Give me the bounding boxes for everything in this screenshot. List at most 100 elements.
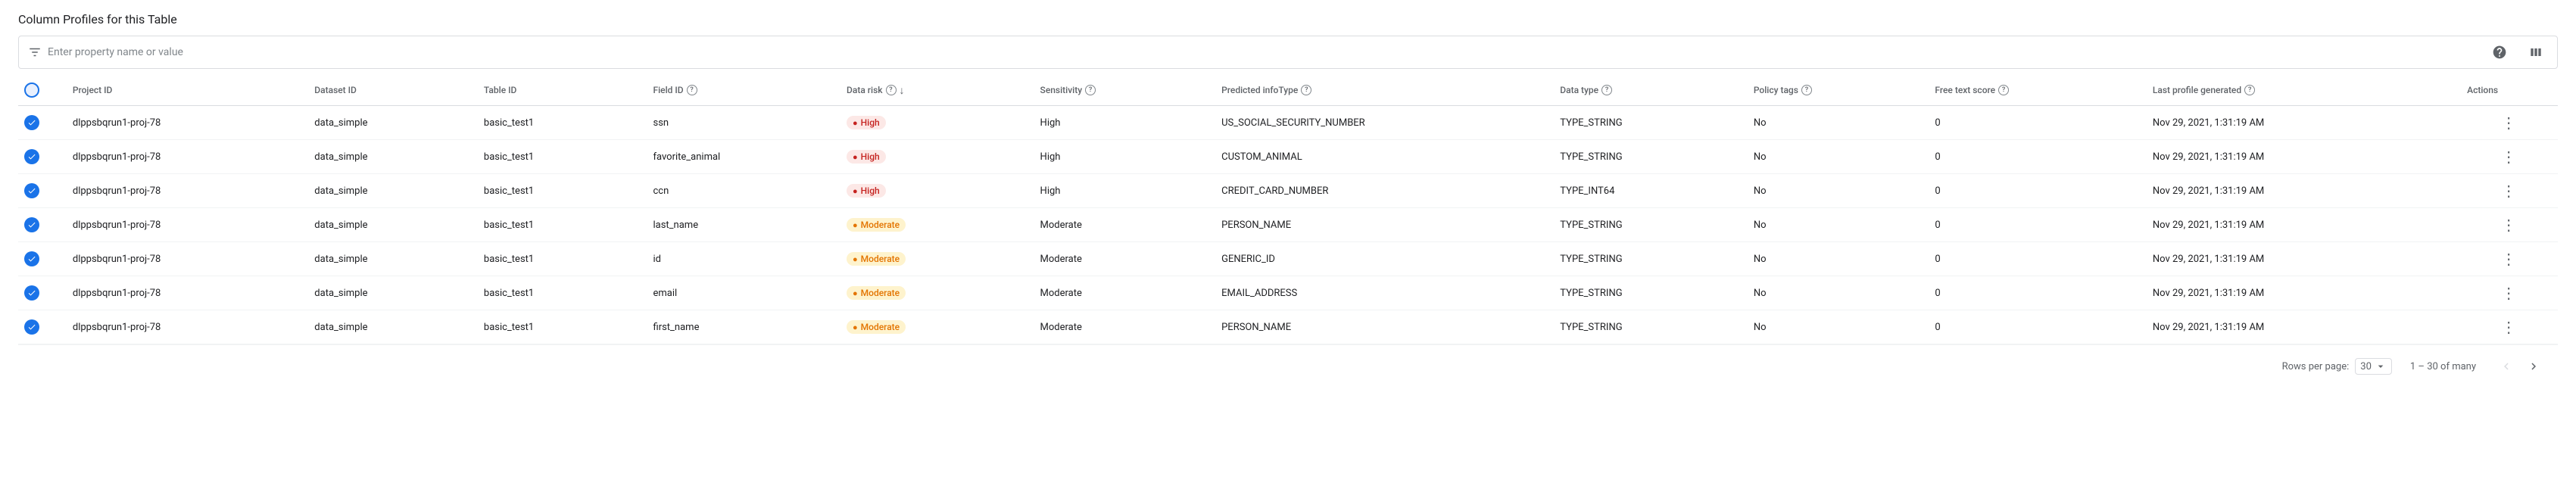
- risk-sort-icon[interactable]: ↓: [900, 84, 905, 97]
- row-dataset-0: data_simple: [308, 106, 478, 140]
- next-page-button[interactable]: [2521, 354, 2546, 378]
- row-table-2: basic_test1: [478, 174, 647, 208]
- row-predicted-0: US_SOCIAL_SECURITY_NUMBER: [1215, 106, 1554, 140]
- row-check-0[interactable]: [18, 106, 67, 140]
- pagination-nav: [2494, 354, 2546, 378]
- row-risk-1: ● High: [840, 140, 1034, 174]
- row-freetext-0: 0: [1929, 106, 2146, 140]
- predicted-help-icon[interactable]: ?: [1301, 85, 1311, 95]
- table-row: dlppsbqrun1-proj-78 data_simple basic_te…: [18, 242, 2558, 276]
- row-check-2[interactable]: [18, 174, 67, 208]
- table-row: dlppsbqrun1-proj-78 data_simple basic_te…: [18, 208, 2558, 242]
- row-predicted-1: CUSTOM_ANIMAL: [1215, 140, 1554, 174]
- policy-help-icon[interactable]: ?: [1801, 85, 1812, 95]
- rows-per-page-select[interactable]: 30: [2355, 358, 2392, 375]
- col-header-sensitivity: Sensitivity ?: [1034, 75, 1216, 106]
- row-lastprofile-1: Nov 29, 2021, 1:31:19 AM: [2147, 140, 2461, 174]
- row-project-4: dlppsbqrun1-proj-78: [67, 242, 308, 276]
- table-row: dlppsbqrun1-proj-78 data_simple basic_te…: [18, 310, 2558, 344]
- row-check-3[interactable]: [18, 208, 67, 242]
- row-field-3: last_name: [647, 208, 840, 242]
- row-risk-2: ● High: [840, 174, 1034, 208]
- col-header-policy: Policy tags ?: [1748, 75, 1929, 106]
- row-project-2: dlppsbqrun1-proj-78: [67, 174, 308, 208]
- row-datatype-6: TYPE_STRING: [1554, 310, 1748, 344]
- risk-help-icon[interactable]: ?: [886, 85, 897, 95]
- row-datatype-0: TYPE_STRING: [1554, 106, 1748, 140]
- risk-icon-2: ●: [853, 186, 858, 196]
- risk-badge-4: ● Moderate: [847, 252, 906, 266]
- row-actions-1[interactable]: ⋮: [2461, 140, 2558, 174]
- row-risk-0: ● High: [840, 106, 1034, 140]
- row-freetext-4: 0: [1929, 242, 2146, 276]
- col-header-table: Table ID: [478, 75, 647, 106]
- row-actions-3[interactable]: ⋮: [2461, 208, 2558, 242]
- row-freetext-3: 0: [1929, 208, 2146, 242]
- filter-right-actions: [2487, 40, 2548, 64]
- row-lastprofile-2: Nov 29, 2021, 1:31:19 AM: [2147, 174, 2461, 208]
- risk-icon-6: ●: [853, 322, 858, 332]
- row-dataset-3: data_simple: [308, 208, 478, 242]
- row-datatype-3: TYPE_STRING: [1554, 208, 1748, 242]
- risk-badge-2: ● High: [847, 184, 886, 198]
- row-field-0: ssn: [647, 106, 840, 140]
- filter-input-placeholder[interactable]: Enter property name or value: [48, 46, 2487, 58]
- row-project-3: dlppsbqrun1-proj-78: [67, 208, 308, 242]
- field-help-icon[interactable]: ?: [687, 85, 697, 95]
- row-actions-2[interactable]: ⋮: [2461, 174, 2558, 208]
- row-freetext-1: 0: [1929, 140, 2146, 174]
- row-policy-0: No: [1748, 106, 1929, 140]
- row-actions-0[interactable]: ⋮: [2461, 106, 2558, 140]
- lastprofile-help-icon[interactable]: ?: [2244, 85, 2255, 95]
- pagination-info: 1 – 30 of many: [2410, 361, 2476, 372]
- row-table-0: basic_test1: [478, 106, 647, 140]
- row-actions-6[interactable]: ⋮: [2461, 310, 2558, 344]
- data-table: Project ID Dataset ID Table ID Field ID …: [18, 75, 2558, 344]
- col-header-freetext: Free text score ?: [1929, 75, 2146, 106]
- row-policy-2: No: [1748, 174, 1929, 208]
- col-header-risk: Data risk ? ↓: [840, 75, 1034, 106]
- col-header-datatype: Data type ?: [1554, 75, 1748, 106]
- row-field-5: email: [647, 276, 840, 310]
- row-table-6: basic_test1: [478, 310, 647, 344]
- datatype-help-icon[interactable]: ?: [1601, 85, 1612, 95]
- table-footer: Rows per page: 30 1 – 30 of many: [18, 344, 2558, 388]
- row-datatype-1: TYPE_STRING: [1554, 140, 1748, 174]
- row-actions-5[interactable]: ⋮: [2461, 276, 2558, 310]
- risk-badge-0: ● High: [847, 116, 886, 129]
- row-sensitivity-2: High: [1034, 174, 1216, 208]
- freetext-help-icon[interactable]: ?: [1998, 85, 2009, 95]
- col-header-predicted: Predicted infoType ?: [1215, 75, 1554, 106]
- risk-badge-1: ● High: [847, 150, 886, 164]
- row-datatype-5: TYPE_STRING: [1554, 276, 1748, 310]
- row-check-4[interactable]: [18, 242, 67, 276]
- row-check-6[interactable]: [18, 310, 67, 344]
- row-risk-3: ● Moderate: [840, 208, 1034, 242]
- row-predicted-6: PERSON_NAME: [1215, 310, 1554, 344]
- row-risk-6: ● Moderate: [840, 310, 1034, 344]
- col-header-field: Field ID ?: [647, 75, 840, 106]
- col-header-lastprofile: Last profile generated ?: [2147, 75, 2461, 106]
- row-sensitivity-0: High: [1034, 106, 1216, 140]
- columns-button[interactable]: [2524, 40, 2548, 64]
- row-sensitivity-3: Moderate: [1034, 208, 1216, 242]
- row-policy-6: No: [1748, 310, 1929, 344]
- prev-page-button[interactable]: [2494, 354, 2518, 378]
- check-icon-0: [24, 115, 39, 130]
- row-project-0: dlppsbqrun1-proj-78: [67, 106, 308, 140]
- table-row: dlppsbqrun1-proj-78 data_simple basic_te…: [18, 276, 2558, 310]
- help-button[interactable]: [2487, 40, 2512, 64]
- row-sensitivity-5: Moderate: [1034, 276, 1216, 310]
- sensitivity-help-icon[interactable]: ?: [1085, 85, 1096, 95]
- row-risk-5: ● Moderate: [840, 276, 1034, 310]
- row-actions-4[interactable]: ⋮: [2461, 242, 2558, 276]
- row-table-4: basic_test1: [478, 242, 647, 276]
- row-lastprofile-5: Nov 29, 2021, 1:31:19 AM: [2147, 276, 2461, 310]
- row-policy-4: No: [1748, 242, 1929, 276]
- row-check-1[interactable]: [18, 140, 67, 174]
- row-table-1: basic_test1: [478, 140, 647, 174]
- row-check-5[interactable]: [18, 276, 67, 310]
- row-field-4: id: [647, 242, 840, 276]
- table-header-row: Project ID Dataset ID Table ID Field ID …: [18, 75, 2558, 106]
- row-project-6: dlppsbqrun1-proj-78: [67, 310, 308, 344]
